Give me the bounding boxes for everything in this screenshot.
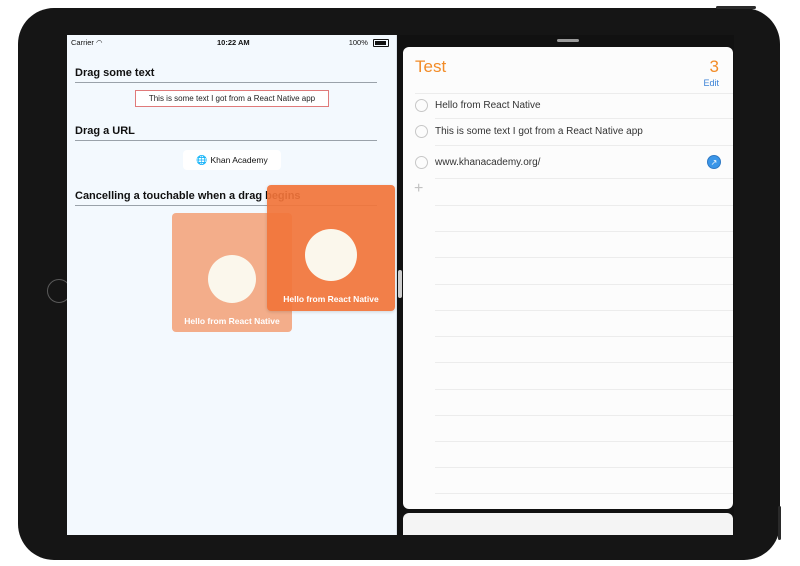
divider <box>435 467 733 468</box>
wifi-icon: ◠ <box>96 38 103 47</box>
divider <box>435 415 733 416</box>
status-time: 10:22 AM <box>217 38 250 47</box>
circle-graphic <box>208 255 256 303</box>
react-native-app: Carrier ◠ 10:22 AM 100% Drag some text T… <box>67 35 397 535</box>
stacked-list-card[interactable] <box>403 513 733 535</box>
divider <box>435 284 733 285</box>
checkbox-circle[interactable] <box>415 98 428 112</box>
reminder-text: www.khanacademy.org/ <box>435 156 541 168</box>
divider <box>435 178 733 179</box>
divider <box>435 310 733 311</box>
reminder-item[interactable]: Hello from React Native <box>415 94 721 116</box>
split-view-divider-handle[interactable] <box>398 270 402 298</box>
draggable-url-link[interactable]: 🌐 Khan Academy <box>183 150 281 170</box>
battery-icon <box>373 39 389 48</box>
divider <box>435 257 733 258</box>
list-title: Test <box>415 57 447 76</box>
status-bar: Carrier ◠ 10:22 AM 100% <box>67 35 397 49</box>
reminder-text: Hello from React Native <box>435 99 541 111</box>
drag-preview-tile[interactable]: Hello from React Native <box>267 185 395 311</box>
divider <box>435 231 733 232</box>
divider <box>435 118 733 119</box>
divider <box>435 145 733 146</box>
divider <box>435 389 733 390</box>
divider <box>435 362 733 363</box>
battery-indicator: 100% <box>348 38 389 48</box>
divider <box>435 441 733 442</box>
reminders-app: Test 3 Edit Hello from React Native This… <box>403 47 733 509</box>
tile-label: Hello from React Native <box>184 316 280 326</box>
reminder-item[interactable]: www.khanacademy.org/ <box>415 151 721 173</box>
checkbox-circle[interactable] <box>415 155 428 169</box>
section-title-drag-url: Drag a URL <box>75 125 377 141</box>
slide-over-grabber[interactable] <box>557 39 579 42</box>
volume-button <box>716 6 756 9</box>
drag-preview-label: Hello from React Native <box>283 294 379 304</box>
draggable-text[interactable]: This is some text I got from a React Nat… <box>135 90 329 107</box>
circle-graphic <box>305 229 357 281</box>
power-button <box>778 506 781 540</box>
battery-percent: 100% <box>348 38 368 47</box>
edit-button[interactable]: Edit <box>703 78 719 88</box>
screen: Carrier ◠ 10:22 AM 100% Drag some text T… <box>67 35 734 535</box>
divider <box>435 336 733 337</box>
checkbox-circle[interactable] <box>415 124 428 138</box>
url-label: Khan Academy <box>210 155 268 165</box>
reminder-count: 3 <box>709 57 719 76</box>
divider <box>435 493 733 494</box>
reminder-text: This is some text I got from a React Nat… <box>435 125 643 137</box>
section-title-drag-text: Drag some text <box>75 67 377 83</box>
globe-icon: 🌐 <box>196 154 208 165</box>
divider <box>435 205 733 206</box>
plus-icon[interactable]: + <box>414 180 423 198</box>
safari-icon[interactable]: ↗ <box>707 155 721 169</box>
carrier-text: Carrier <box>71 38 94 47</box>
reminder-item[interactable]: This is some text I got from a React Nat… <box>415 120 721 142</box>
carrier-label: Carrier ◠ <box>71 38 103 47</box>
